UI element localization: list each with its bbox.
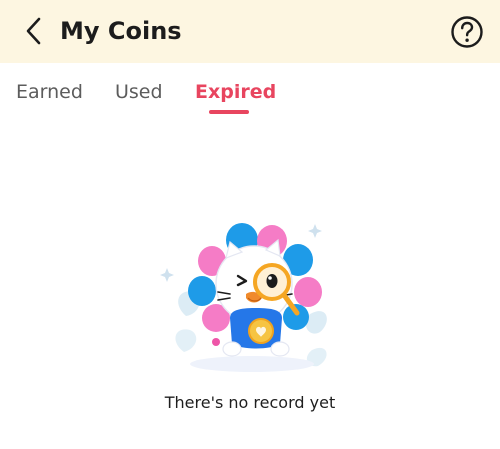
tab-earned[interactable]: Earned <box>16 79 83 105</box>
empty-state-message: There's no record yet <box>164 393 336 412</box>
help-button[interactable] <box>448 13 486 51</box>
tab-used[interactable]: Used <box>115 79 163 105</box>
active-tab-indicator <box>209 110 249 114</box>
tab-bar: Earned Used Expired <box>0 63 500 123</box>
back-button[interactable] <box>18 14 52 48</box>
chevron-left-icon <box>26 17 41 45</box>
tab-expired[interactable]: Expired <box>195 79 276 105</box>
flower-mascot-with-magnifier-illustration <box>160 223 327 372</box>
question-circle-icon <box>451 16 483 48</box>
app-header: My Coins <box>0 0 500 63</box>
page-title: My Coins <box>60 17 182 45</box>
empty-state-illustration <box>160 218 340 378</box>
